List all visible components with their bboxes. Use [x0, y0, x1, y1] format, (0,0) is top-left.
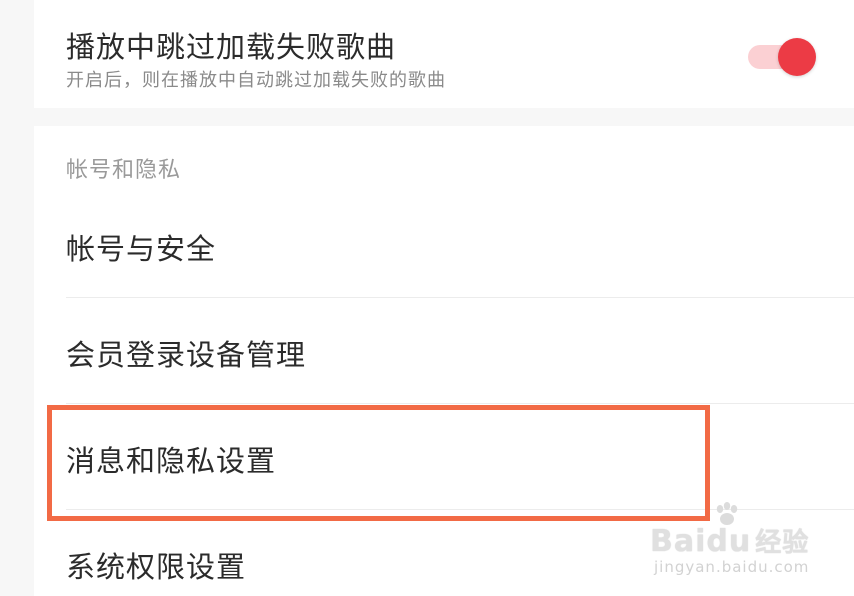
divider [66, 509, 854, 510]
settings-item-message-privacy[interactable]: 消息和隐私设置 [66, 438, 276, 480]
divider [66, 403, 854, 404]
divider [66, 297, 854, 298]
settings-item-system-permissions[interactable]: 系统权限设置 [66, 544, 246, 586]
settings-item-member-devices[interactable]: 会员登录设备管理 [66, 332, 306, 374]
skip-failed-songs-toggle[interactable] [748, 38, 816, 76]
settings-item-account-security[interactable]: 帐号与安全 [66, 226, 216, 268]
account-privacy-panel: 帐号和隐私 帐号与安全 会员登录设备管理 消息和隐私设置 系统权限设置 [34, 126, 854, 596]
skip-failed-songs-title: 播放中跳过加载失败歌曲 [66, 30, 397, 64]
playback-settings-panel: 播放中跳过加载失败歌曲 开启后，则在播放中自动跳过加载失败的歌曲 [34, 0, 854, 108]
toggle-knob [778, 38, 816, 76]
skip-failed-songs-subtitle: 开启后，则在播放中自动跳过加载失败的歌曲 [66, 70, 446, 91]
section-header-account-privacy: 帐号和隐私 [66, 158, 182, 183]
